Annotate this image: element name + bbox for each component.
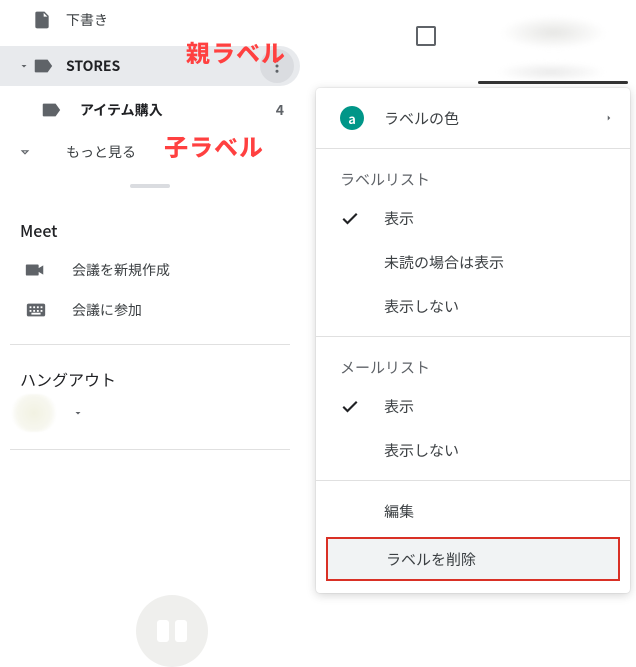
unread-count: 4 (276, 100, 284, 120)
menu-label-color[interactable]: a ラベルの色 (316, 96, 630, 140)
menu-mail-hide[interactable]: 表示しない (316, 428, 630, 472)
hangout-fab[interactable] (136, 595, 208, 667)
check-icon (340, 396, 384, 416)
nav-label: 下書き (66, 10, 288, 30)
color-badge-letter: a (340, 106, 364, 130)
caret-down-icon[interactable] (72, 407, 84, 419)
hangout-heading: ハングアウト (0, 345, 300, 391)
menu-label: 表示しない (384, 296, 614, 317)
menu-label: ラベルを削除 (386, 549, 476, 570)
menu-label: ラベルの色 (384, 108, 604, 129)
select-checkbox[interactable] (416, 26, 436, 46)
nav-stores[interactable]: STORES (0, 46, 300, 86)
menu-heading-label-list: ラベルリスト (316, 157, 630, 196)
menu-label: 編集 (384, 501, 614, 522)
blurred-text-line (478, 81, 628, 84)
nav-more[interactable]: もっと見る (0, 132, 300, 172)
sidebar: 下書き STORES アイテム購入 4 もっと見る Meet 会議を新規作成 (0, 0, 300, 450)
divider (316, 148, 630, 149)
video-icon (24, 259, 72, 281)
chevron-down-icon (18, 145, 32, 159)
meet-label: 会議を新規作成 (72, 260, 170, 280)
nav-label: もっと見る (66, 142, 288, 162)
avatar (10, 394, 58, 432)
meet-heading: Meet (0, 200, 300, 250)
menu-show[interactable]: 表示 (316, 196, 630, 240)
menu-label: 未読の場合は表示 (384, 252, 614, 273)
blurred-content (460, 6, 630, 54)
drafts-icon (32, 10, 66, 30)
hangout-status[interactable] (0, 391, 300, 435)
meet-label: 会議に参加 (72, 300, 142, 320)
nav-label: アイテム購入 (80, 100, 276, 120)
menu-show-unread[interactable]: 未読の場合は表示 (316, 240, 630, 284)
meet-new[interactable]: 会議を新規作成 (0, 250, 300, 290)
caret-down-icon[interactable] (18, 60, 32, 72)
divider (316, 480, 630, 481)
color-badge: a (340, 106, 384, 130)
menu-label: 表示 (384, 208, 614, 229)
divider (10, 449, 290, 450)
menu-heading-mail-list: メールリスト (316, 345, 630, 384)
menu-hide[interactable]: 表示しない (316, 284, 630, 328)
menu-label: 表示 (384, 396, 614, 417)
label-context-menu: a ラベルの色 ラベルリスト 表示 未読の場合は表示 表示しない メールリスト … (316, 88, 630, 593)
nav-child-label[interactable]: アイテム購入 4 (0, 90, 300, 130)
menu-delete-label[interactable]: ラベルを削除 (326, 537, 620, 581)
mail-list-fragment (390, 6, 630, 76)
menu-mail-show[interactable]: 表示 (316, 384, 630, 428)
check-icon (340, 208, 384, 228)
drag-handle[interactable] (130, 184, 170, 188)
meet-join[interactable]: 会議に参加 (0, 290, 300, 330)
menu-edit[interactable]: 編集 (316, 489, 630, 533)
nav-drafts[interactable]: 下書き (0, 0, 300, 40)
blurred-content (466, 54, 636, 90)
label-icon (40, 99, 80, 121)
nav-label: STORES (66, 56, 246, 76)
keyboard-icon (24, 299, 72, 321)
menu-label: 表示しない (384, 440, 614, 461)
label-icon (32, 55, 66, 77)
label-options-button[interactable] (260, 49, 294, 83)
chevron-right-icon (604, 111, 614, 125)
divider (316, 336, 630, 337)
